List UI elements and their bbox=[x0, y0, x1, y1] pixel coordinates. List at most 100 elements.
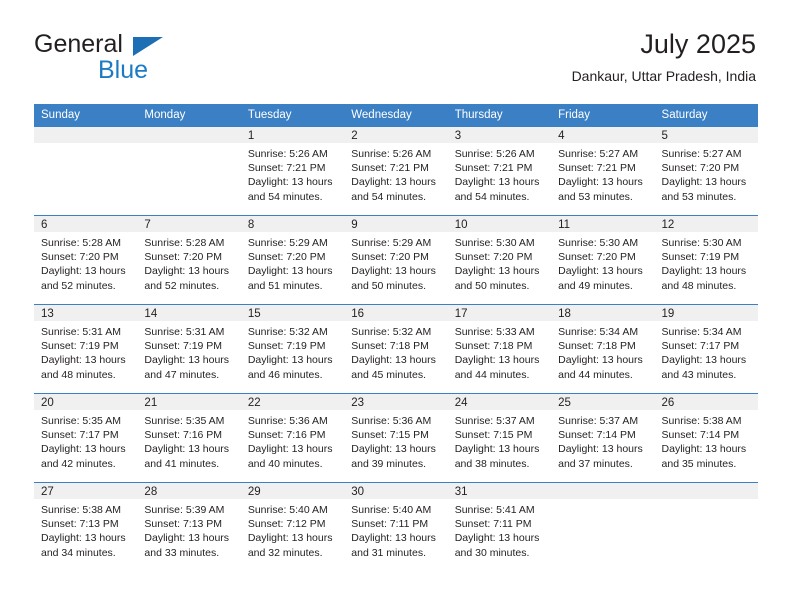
sunrise-text: Sunrise: 5:39 AM bbox=[144, 504, 225, 516]
daylight-text-line2: and 52 minutes. bbox=[41, 279, 116, 292]
day-number: 4 bbox=[551, 127, 655, 143]
sunset-text: Sunset: 7:20 PM bbox=[661, 162, 740, 175]
weekday-header-monday: Monday bbox=[137, 104, 241, 127]
daylight-text-line2: and 32 minutes. bbox=[247, 546, 323, 559]
day-details: Sunrise: 5:39 AM Sunset: 7:13 PM Daylight:… bbox=[137, 499, 240, 560]
day-number: 25 bbox=[551, 394, 655, 410]
day-cell[interactable]: 28 Sunrise: 5:39 AM Sunset: 7:13 PM Dayligh… bbox=[137, 482, 241, 571]
logo-triangle-icon bbox=[133, 37, 163, 56]
day-cell[interactable]: 5 Sunrise: 5:27 AM Sunset: 7:20 PM Daylight… bbox=[654, 127, 758, 216]
day-details: Sunrise: 5:40 AM Sunset: 7:11 PM Daylight:… bbox=[344, 499, 447, 560]
day-cell[interactable]: 15 Sunrise: 5:32 AM Sunset: 7:19 PM Dayligh… bbox=[240, 304, 345, 394]
calendar-page: General Blue July 2025 Dankaur, Uttar Pr… bbox=[0, 0, 792, 612]
general-blue-logo[interactable]: General Blue bbox=[34, 28, 244, 88]
day-cell[interactable]: 27 Sunrise: 5:38 AM Sunset: 7:13 PM Dayligh… bbox=[34, 482, 138, 571]
daylight-text-line2: and 45 minutes. bbox=[351, 368, 426, 381]
day-cell[interactable]: 14 Sunrise: 5:31 AM Sunset: 7:19 PM Dayligh… bbox=[137, 304, 241, 394]
daylight-text-line1: Daylight: 13 hours bbox=[558, 443, 643, 456]
daylight-text-line1: Daylight: 13 hours bbox=[558, 354, 643, 367]
day-cell[interactable]: 25 Sunrise: 5:37 AM Sunset: 7:14 PM Dayligh… bbox=[551, 393, 655, 483]
day-details: Sunrise: 5:30 AM Sunset: 7:20 PM Daylight:… bbox=[448, 232, 551, 293]
day-cell[interactable]: 20 Sunrise: 5:35 AM Sunset: 7:17 PM Dayligh… bbox=[34, 393, 138, 483]
location-subtitle: Dankaur, Uttar Pradesh, India bbox=[571, 68, 756, 84]
sunrise-text: Sunrise: 5:33 AM bbox=[454, 326, 535, 338]
daylight-text-line2: and 54 minutes. bbox=[351, 190, 426, 203]
day-cell[interactable]: 8 Sunrise: 5:29 AM Sunset: 7:20 PM Daylight… bbox=[240, 215, 345, 305]
day-cell[interactable]: 23 Sunrise: 5:36 AM Sunset: 7:15 PM Dayligh… bbox=[344, 393, 448, 483]
day-cell[interactable]: 26 Sunrise: 5:38 AM Sunset: 7:14 PM Dayligh… bbox=[654, 393, 758, 483]
daylight-text-line1: Daylight: 13 hours bbox=[558, 176, 643, 189]
daylight-text-line1: Daylight: 13 hours bbox=[351, 443, 436, 456]
sunrise-text: Sunrise: 5:38 AM bbox=[41, 504, 121, 516]
sunrise-text: Sunrise: 5:29 AM bbox=[351, 237, 432, 249]
day-number: 16 bbox=[344, 305, 448, 321]
day-cell[interactable]: 11 Sunrise: 5:30 AM Sunset: 7:20 PM Dayligh… bbox=[551, 215, 655, 305]
day-details: Sunrise: 5:27 AM Sunset: 7:20 PM Daylight:… bbox=[655, 143, 758, 204]
day-cell[interactable]: 31 Sunrise: 5:41 AM Sunset: 7:11 PM Dayligh… bbox=[447, 482, 552, 571]
daylight-text-line1: Daylight: 13 hours bbox=[247, 176, 333, 189]
day-cell[interactable]: 13 Sunrise: 5:31 AM Sunset: 7:19 PM Dayligh… bbox=[34, 304, 138, 394]
sunrise-text: Sunrise: 5:30 AM bbox=[661, 237, 742, 249]
day-details: Sunrise: 5:34 AM Sunset: 7:18 PM Daylight:… bbox=[551, 321, 654, 382]
page-header: General Blue July 2025 Dankaur, Uttar Pr… bbox=[34, 28, 756, 96]
sunset-text: Sunset: 7:20 PM bbox=[144, 251, 223, 264]
sunrise-text: Sunrise: 5:26 AM bbox=[351, 148, 432, 160]
daylight-text-line1: Daylight: 13 hours bbox=[454, 176, 540, 189]
day-number: 26 bbox=[654, 394, 758, 410]
sunset-text: Sunset: 7:16 PM bbox=[144, 429, 223, 442]
day-cell[interactable]: 6 Sunrise: 5:28 AM Sunset: 7:20 PM Daylight… bbox=[34, 215, 138, 305]
day-number: 15 bbox=[240, 305, 345, 321]
day-number: 9 bbox=[344, 216, 448, 232]
sunset-text: Sunset: 7:19 PM bbox=[41, 340, 119, 353]
day-details: Sunrise: 5:35 AM Sunset: 7:17 PM Daylight:… bbox=[34, 410, 137, 471]
day-details: Sunrise: 5:30 AM Sunset: 7:19 PM Daylight:… bbox=[655, 232, 758, 293]
day-cell[interactable]: 30 Sunrise: 5:40 AM Sunset: 7:11 PM Dayligh… bbox=[344, 482, 448, 571]
day-number: 6 bbox=[34, 216, 138, 232]
day-cell[interactable]: 24 Sunrise: 5:37 AM Sunset: 7:15 PM Dayligh… bbox=[447, 393, 552, 483]
day-details: Sunrise: 5:28 AM Sunset: 7:20 PM Daylight:… bbox=[34, 232, 137, 293]
day-cell[interactable]: 1 Sunrise: 5:26 AM Sunset: 7:21 PM Daylight… bbox=[240, 127, 345, 216]
calendar-week-row: 1 Sunrise: 5:26 AM Sunset: 7:21 PM Daylight… bbox=[34, 127, 758, 216]
sunset-text: Sunset: 7:19 PM bbox=[144, 340, 223, 353]
sunset-text: Sunset: 7:19 PM bbox=[661, 251, 740, 264]
daylight-text-line2: and 50 minutes. bbox=[454, 279, 530, 292]
sunrise-text: Sunrise: 5:36 AM bbox=[351, 415, 432, 427]
day-details: Sunrise: 5:38 AM Sunset: 7:14 PM Daylight:… bbox=[655, 410, 758, 471]
day-details: Sunrise: 5:37 AM Sunset: 7:14 PM Daylight:… bbox=[551, 410, 654, 471]
day-cell[interactable]: 4 Sunrise: 5:27 AM Sunset: 7:21 PM Daylight… bbox=[551, 127, 655, 216]
day-details: Sunrise: 5:37 AM Sunset: 7:15 PM Daylight:… bbox=[448, 410, 551, 471]
day-cell[interactable]: 9 Sunrise: 5:29 AM Sunset: 7:20 PM Daylight… bbox=[344, 215, 448, 305]
day-number: 1 bbox=[240, 127, 345, 143]
calendar-week-row: 27 Sunrise: 5:38 AM Sunset: 7:13 PM Dayligh… bbox=[34, 482, 758, 571]
daylight-text-line1: Daylight: 13 hours bbox=[144, 354, 230, 367]
day-cell[interactable]: 29 Sunrise: 5:40 AM Sunset: 7:12 PM Dayligh… bbox=[240, 482, 345, 571]
daylight-text-line2: and 30 minutes. bbox=[454, 546, 530, 559]
day-cell[interactable]: 7 Sunrise: 5:28 AM Sunset: 7:20 PM Daylight… bbox=[137, 215, 241, 305]
day-cell[interactable]: 16 Sunrise: 5:32 AM Sunset: 7:18 PM Dayligh… bbox=[344, 304, 448, 394]
sunrise-text: Sunrise: 5:41 AM bbox=[454, 504, 535, 516]
daylight-text-line2: and 54 minutes. bbox=[454, 190, 530, 203]
day-cell[interactable]: 2 Sunrise: 5:26 AM Sunset: 7:21 PM Daylight… bbox=[344, 127, 448, 216]
daylight-text-line2: and 48 minutes. bbox=[661, 279, 737, 292]
sunset-text: Sunset: 7:13 PM bbox=[144, 518, 223, 531]
day-cell[interactable]: 18 Sunrise: 5:34 AM Sunset: 7:18 PM Dayligh… bbox=[551, 304, 655, 394]
day-cell[interactable]: 19 Sunrise: 5:34 AM Sunset: 7:17 PM Dayligh… bbox=[654, 304, 758, 394]
day-details: Sunrise: 5:30 AM Sunset: 7:20 PM Daylight:… bbox=[551, 232, 654, 293]
day-number bbox=[34, 127, 138, 143]
daylight-text-line1: Daylight: 13 hours bbox=[41, 265, 126, 278]
daylight-text-line2: and 37 minutes. bbox=[558, 457, 633, 470]
day-number: 24 bbox=[447, 394, 552, 410]
day-cell[interactable]: 21 Sunrise: 5:35 AM Sunset: 7:16 PM Dayligh… bbox=[137, 393, 241, 483]
sunrise-text: Sunrise: 5:32 AM bbox=[247, 326, 328, 338]
day-cell[interactable]: 3 Sunrise: 5:26 AM Sunset: 7:21 PM Daylight… bbox=[447, 127, 552, 216]
day-cell[interactable]: 10 Sunrise: 5:30 AM Sunset: 7:20 PM Dayligh… bbox=[447, 215, 552, 305]
sunrise-text: Sunrise: 5:26 AM bbox=[454, 148, 535, 160]
day-cell[interactable]: 22 Sunrise: 5:36 AM Sunset: 7:16 PM Dayligh… bbox=[240, 393, 345, 483]
sunset-text: Sunset: 7:20 PM bbox=[247, 251, 326, 264]
day-details: Sunrise: 5:29 AM Sunset: 7:20 PM Daylight:… bbox=[241, 232, 344, 293]
day-cell[interactable]: 17 Sunrise: 5:33 AM Sunset: 7:18 PM Dayligh… bbox=[447, 304, 552, 394]
daylight-text-line1: Daylight: 13 hours bbox=[351, 265, 436, 278]
day-cell[interactable]: 12 Sunrise: 5:30 AM Sunset: 7:19 PM Dayligh… bbox=[654, 215, 758, 305]
sunrise-text: Sunrise: 5:28 AM bbox=[144, 237, 225, 249]
page-title: July 2025 bbox=[640, 29, 756, 59]
